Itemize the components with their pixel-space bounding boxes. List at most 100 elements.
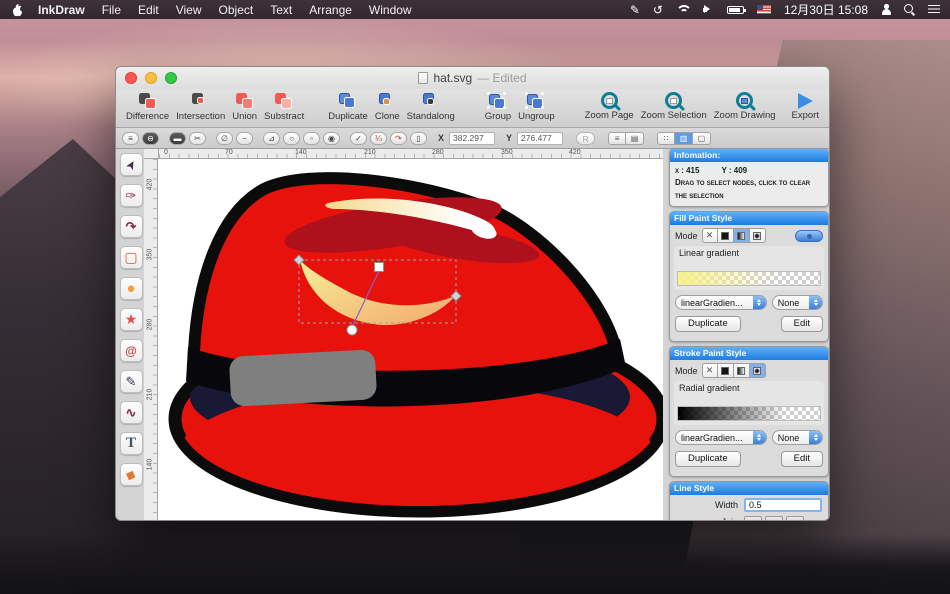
menu-arrange[interactable]: Arrange	[309, 3, 352, 17]
fill-gradient-select[interactable]: linearGradien...	[675, 295, 767, 310]
zoom-selection-button[interactable]: Zoom Selection	[641, 92, 707, 121]
menu-app-name[interactable]: InkDraw	[38, 3, 85, 17]
join-round-button[interactable]	[765, 516, 783, 521]
bezier-tool-button[interactable]: ↷	[120, 215, 143, 238]
delete-node-button[interactable]: ⊖	[142, 132, 159, 145]
wifi-icon[interactable]	[676, 5, 690, 15]
object-to-path-button[interactable]: ↷	[390, 132, 407, 145]
stroke-mode-radial-gradient[interactable]	[750, 363, 766, 378]
line-width-input[interactable]	[744, 498, 822, 512]
delete-segment-button[interactable]: −	[236, 132, 253, 145]
move-nodes-toggle[interactable]: ∷	[657, 132, 675, 145]
export-button[interactable]: Export	[792, 92, 819, 121]
bounding-box-toggle[interactable]: ▢	[693, 132, 711, 145]
symmetric-node-button[interactable]: ▫	[303, 132, 320, 145]
curve-segment-button[interactable]: ¼	[370, 132, 387, 145]
zoom-button[interactable]	[165, 72, 177, 84]
menu-view[interactable]: View	[176, 3, 202, 17]
minimize-button[interactable]	[145, 72, 157, 84]
insert-node-button[interactable]: ≡	[122, 132, 139, 145]
fill-gradient-select-stepper[interactable]	[753, 296, 766, 309]
fill-mode-flat[interactable]	[718, 228, 734, 243]
stroke-gradient-select[interactable]: linearGradien...	[675, 430, 767, 445]
show-handles-toggle[interactable]: ≡	[608, 132, 626, 145]
gradient-end-handle[interactable]	[347, 325, 357, 335]
rectangle-tool-button[interactable]: ▢	[120, 246, 143, 269]
substract-button[interactable]: Substract	[264, 92, 304, 122]
menu-window[interactable]: Window	[369, 3, 412, 17]
select-tool-button[interactable]: ➤	[120, 153, 143, 176]
close-button[interactable]	[125, 72, 137, 84]
corner-node-button[interactable]: ⊿	[263, 132, 280, 145]
ellipse-tool-button[interactable]: ●	[120, 277, 143, 300]
stroke-gradient-select-stepper[interactable]	[753, 431, 766, 444]
x-coordinate-field[interactable]	[449, 132, 495, 145]
stroke-mode-linear-gradient[interactable]	[734, 363, 750, 378]
node-edit-tool-button[interactable]: ✑	[120, 184, 143, 207]
standalong-button[interactable]: Standalong	[407, 92, 455, 122]
fill-gradient-preview[interactable]	[677, 271, 821, 286]
break-nodes-button[interactable]: ✂	[189, 132, 206, 145]
fill-bucket-tool-button[interactable]: ◆	[120, 463, 143, 486]
document-icon	[418, 72, 428, 84]
stroke-mode-flat[interactable]	[718, 363, 734, 378]
fill-repeat-select[interactable]: None	[772, 295, 823, 310]
zoom-drawing-button[interactable]: Zoom Drawing	[714, 92, 776, 121]
gradient-start-handle[interactable]	[375, 263, 384, 272]
y-coordinate-field[interactable]	[517, 132, 563, 145]
join-bevel-button[interactable]	[786, 516, 804, 521]
window-titlebar[interactable]: hat.svg — Edited	[116, 67, 829, 89]
drawing-canvas[interactable]	[158, 159, 663, 521]
input-language-flag-icon[interactable]	[757, 5, 771, 14]
user-icon[interactable]	[881, 4, 891, 15]
union-button[interactable]: Union	[232, 92, 257, 122]
stroke-edit-button[interactable]: Edit	[781, 451, 823, 467]
ungroup-button[interactable]: Ungroup	[518, 92, 554, 122]
fill-duplicate-button[interactable]: Duplicate	[675, 316, 741, 332]
freehand-tool-button[interactable]: ∿	[120, 401, 143, 424]
fill-mode-radial-gradient[interactable]	[750, 228, 766, 243]
show-outline-toggle[interactable]: ▤	[626, 132, 644, 145]
flatten-button[interactable]: ▯	[410, 132, 427, 145]
calligraphy-tool-button[interactable]: ✎	[120, 370, 143, 393]
grid-view-toggle[interactable]: ▥	[675, 132, 693, 145]
notification-center-icon[interactable]	[928, 5, 940, 14]
menu-object[interactable]: Object	[219, 3, 254, 17]
menu-edit[interactable]: Edit	[138, 3, 159, 17]
clone-button[interactable]: Clone	[375, 92, 400, 122]
fill-mode-none[interactable]: ✕	[702, 228, 718, 243]
menu-bar-clock[interactable]: 12月30日 15:08	[784, 1, 868, 18]
stroke-gradient-preview[interactable]	[677, 406, 821, 421]
apple-menu-icon[interactable]	[10, 3, 22, 17]
intersection-button[interactable]: Intersection	[176, 92, 225, 122]
stroke-mode-none[interactable]: ✕	[702, 363, 718, 378]
stroke-repeat-select[interactable]: None	[772, 430, 823, 445]
join-segment-button[interactable]: ∅	[216, 132, 233, 145]
menu-text[interactable]: Text	[270, 3, 292, 17]
join-miter-button[interactable]	[744, 516, 762, 521]
volume-icon[interactable]	[703, 5, 714, 14]
text-tool-button[interactable]: T	[120, 432, 143, 455]
battery-icon[interactable]	[727, 6, 744, 14]
zoom-page-button[interactable]: Zoom Page	[585, 92, 634, 121]
difference-button[interactable]: Difference	[126, 92, 169, 122]
spiral-tool-button[interactable]: @	[120, 339, 143, 362]
fill-edit-button[interactable]: Edit	[781, 316, 823, 332]
fill-color-swatch-button[interactable]	[795, 230, 823, 242]
menu-file[interactable]: File	[102, 3, 121, 17]
stroke-duplicate-button[interactable]: Duplicate	[675, 451, 741, 467]
group-button[interactable]: Group	[485, 92, 511, 122]
smooth-node-button[interactable]: ○	[283, 132, 300, 145]
notes-icon[interactable]: ✎	[630, 3, 640, 17]
auto-node-button[interactable]: ◉	[323, 132, 340, 145]
fill-mode-linear-gradient[interactable]	[734, 228, 750, 243]
line-segment-button[interactable]: ✓	[350, 132, 367, 145]
fill-repeat-select-stepper[interactable]	[809, 296, 822, 309]
star-tool-button[interactable]: ★	[120, 308, 143, 331]
spotlight-search-icon[interactable]	[904, 4, 915, 15]
duplicate-button[interactable]: Duplicate	[328, 92, 368, 122]
stroke-repeat-select-stepper[interactable]	[809, 431, 822, 444]
time-machine-icon[interactable]: ↺	[653, 3, 663, 17]
join-nodes-button[interactable]: ▬	[169, 132, 186, 145]
relative-coords-button[interactable]: R	[576, 132, 595, 145]
